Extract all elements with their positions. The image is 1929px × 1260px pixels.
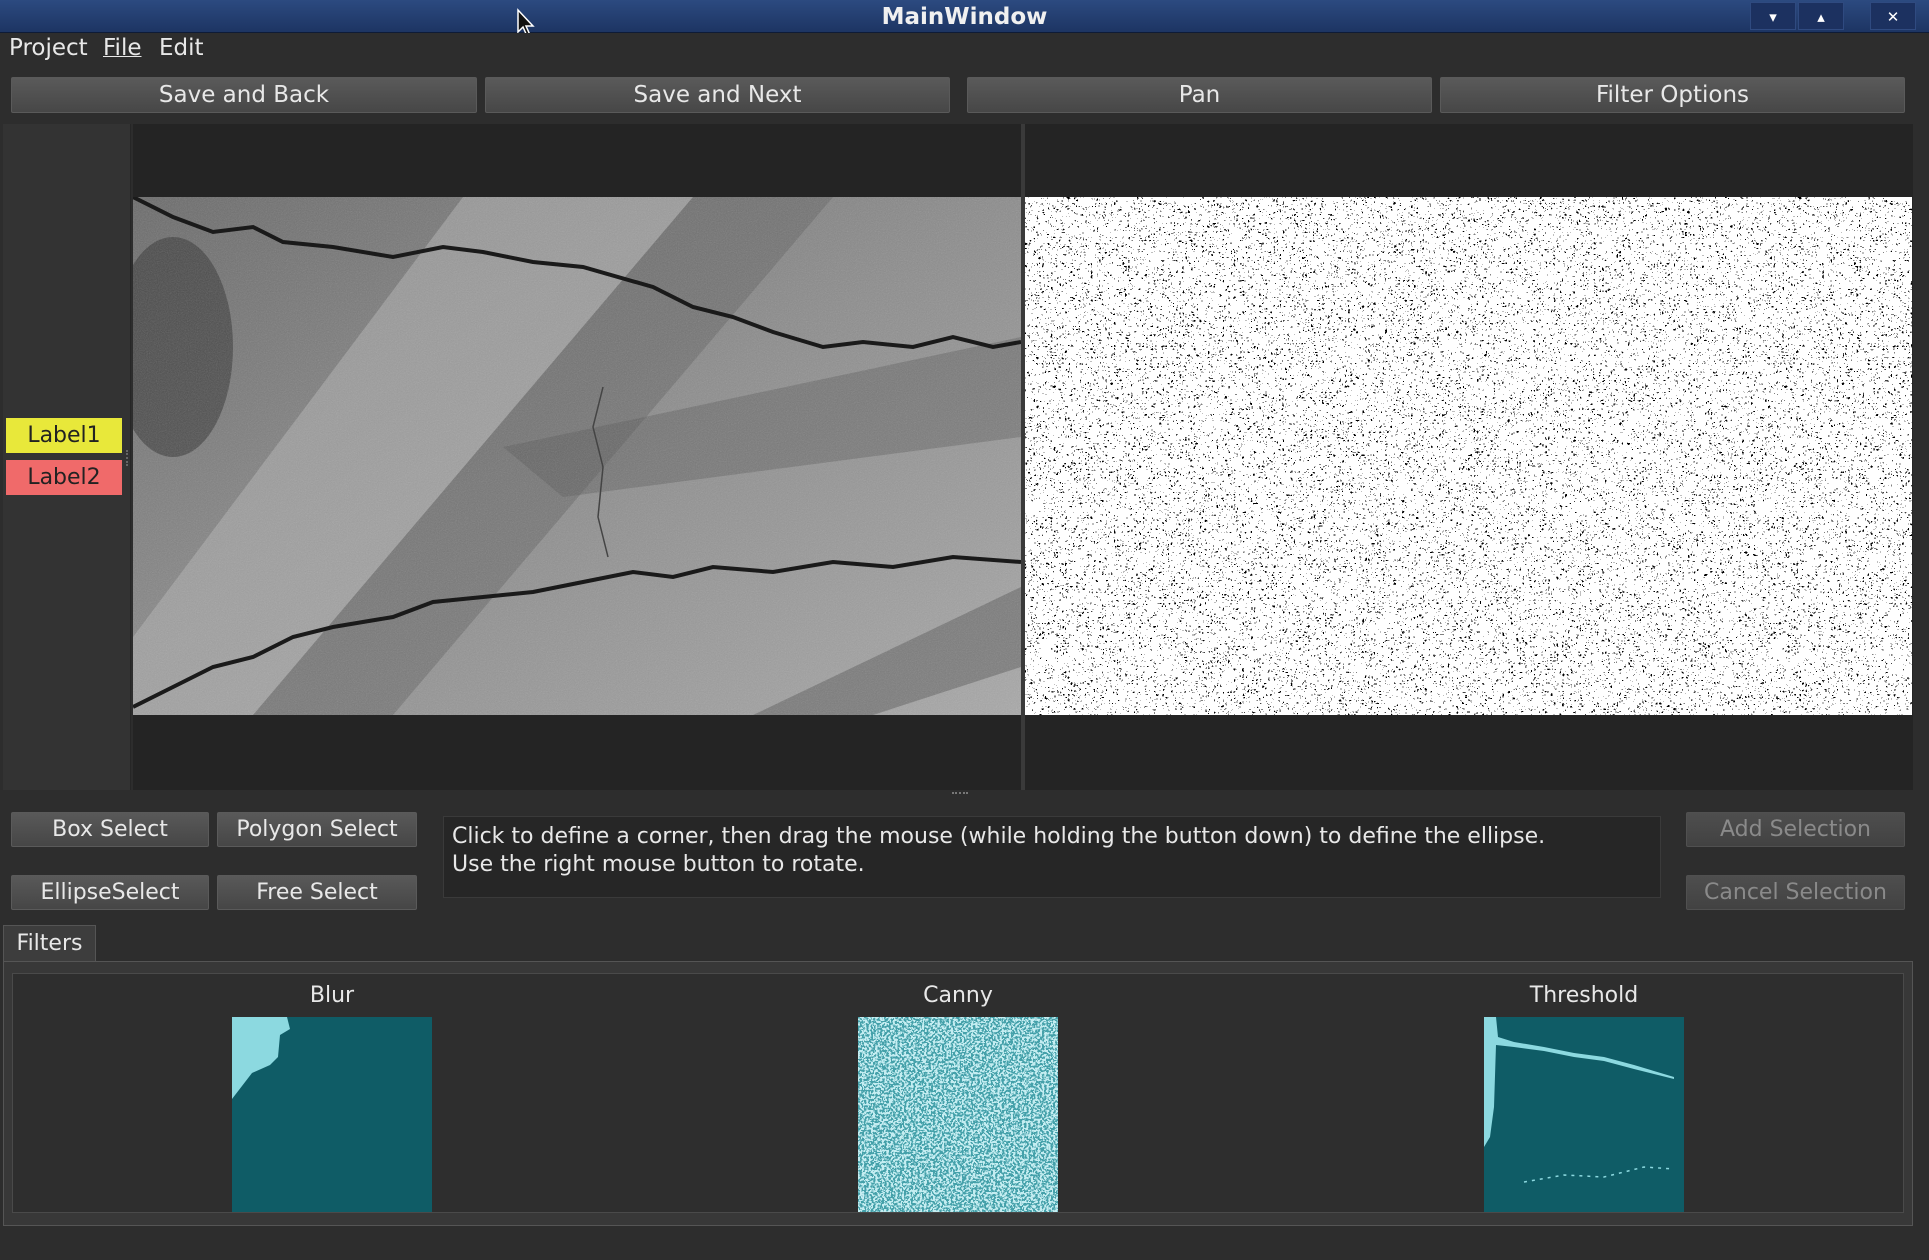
filtered-image-view[interactable] — [1025, 124, 1913, 790]
menu-file[interactable]: File — [103, 35, 142, 61]
menu-project[interactable]: Project — [9, 35, 88, 61]
ellipse-select-button[interactable]: EllipseSelect — [11, 875, 209, 910]
minimize-button[interactable]: ▾ — [1750, 2, 1796, 30]
original-image — [133, 197, 1021, 715]
instructions-box: Click to define a corner, then drag the … — [443, 816, 1661, 898]
polygon-select-button[interactable]: Polygon Select — [217, 812, 417, 847]
filter-name-blur: Blur — [309, 983, 355, 1008]
menu-bar: Project File Edit — [0, 33, 1929, 66]
filter-name-threshold: Threshold — [1529, 983, 1639, 1008]
splitter-handle[interactable] — [126, 450, 129, 466]
filter-thumb-blur[interactable] — [232, 1017, 432, 1212]
original-image-view[interactable] — [133, 124, 1021, 790]
tab-filters[interactable]: Filters — [3, 925, 96, 961]
filter-thumb-threshold[interactable] — [1484, 1017, 1684, 1212]
window-title: MainWindow — [881, 4, 1048, 30]
instructions-line-1: Click to define a corner, then drag the … — [452, 824, 1546, 849]
filter-thumb-canny[interactable] — [858, 1017, 1058, 1212]
filter-options-button[interactable]: Filter Options — [1440, 77, 1905, 113]
label-panel: Label1 Label2 — [3, 124, 131, 790]
splitter-handle-horizontal[interactable] — [952, 792, 968, 795]
filters-list: Blur Canny Threshold — [12, 973, 1904, 1213]
save-and-next-button[interactable]: Save and Next — [485, 77, 950, 113]
box-select-button[interactable]: Box Select — [11, 812, 209, 847]
cancel-selection-button[interactable]: Cancel Selection — [1686, 875, 1905, 910]
filtered-image — [1025, 197, 1912, 715]
save-and-back-button[interactable]: Save and Back — [11, 77, 477, 113]
filter-name-canny: Canny — [923, 983, 993, 1008]
close-button[interactable]: ✕ — [1870, 2, 1916, 30]
instructions-line-2: Use the right mouse button to rotate. — [452, 852, 865, 877]
title-bar: MainWindow ▾ ▴ ✕ — [0, 0, 1929, 37]
status-bar — [0, 1228, 1929, 1260]
pan-button[interactable]: Pan — [967, 77, 1432, 113]
menu-edit[interactable]: Edit — [159, 35, 204, 61]
free-select-button[interactable]: Free Select — [217, 875, 417, 910]
label-item-label2[interactable]: Label2 — [6, 460, 122, 495]
maximize-button[interactable]: ▴ — [1798, 2, 1844, 30]
add-selection-button[interactable]: Add Selection — [1686, 812, 1905, 847]
label-item-label1[interactable]: Label1 — [6, 418, 122, 453]
